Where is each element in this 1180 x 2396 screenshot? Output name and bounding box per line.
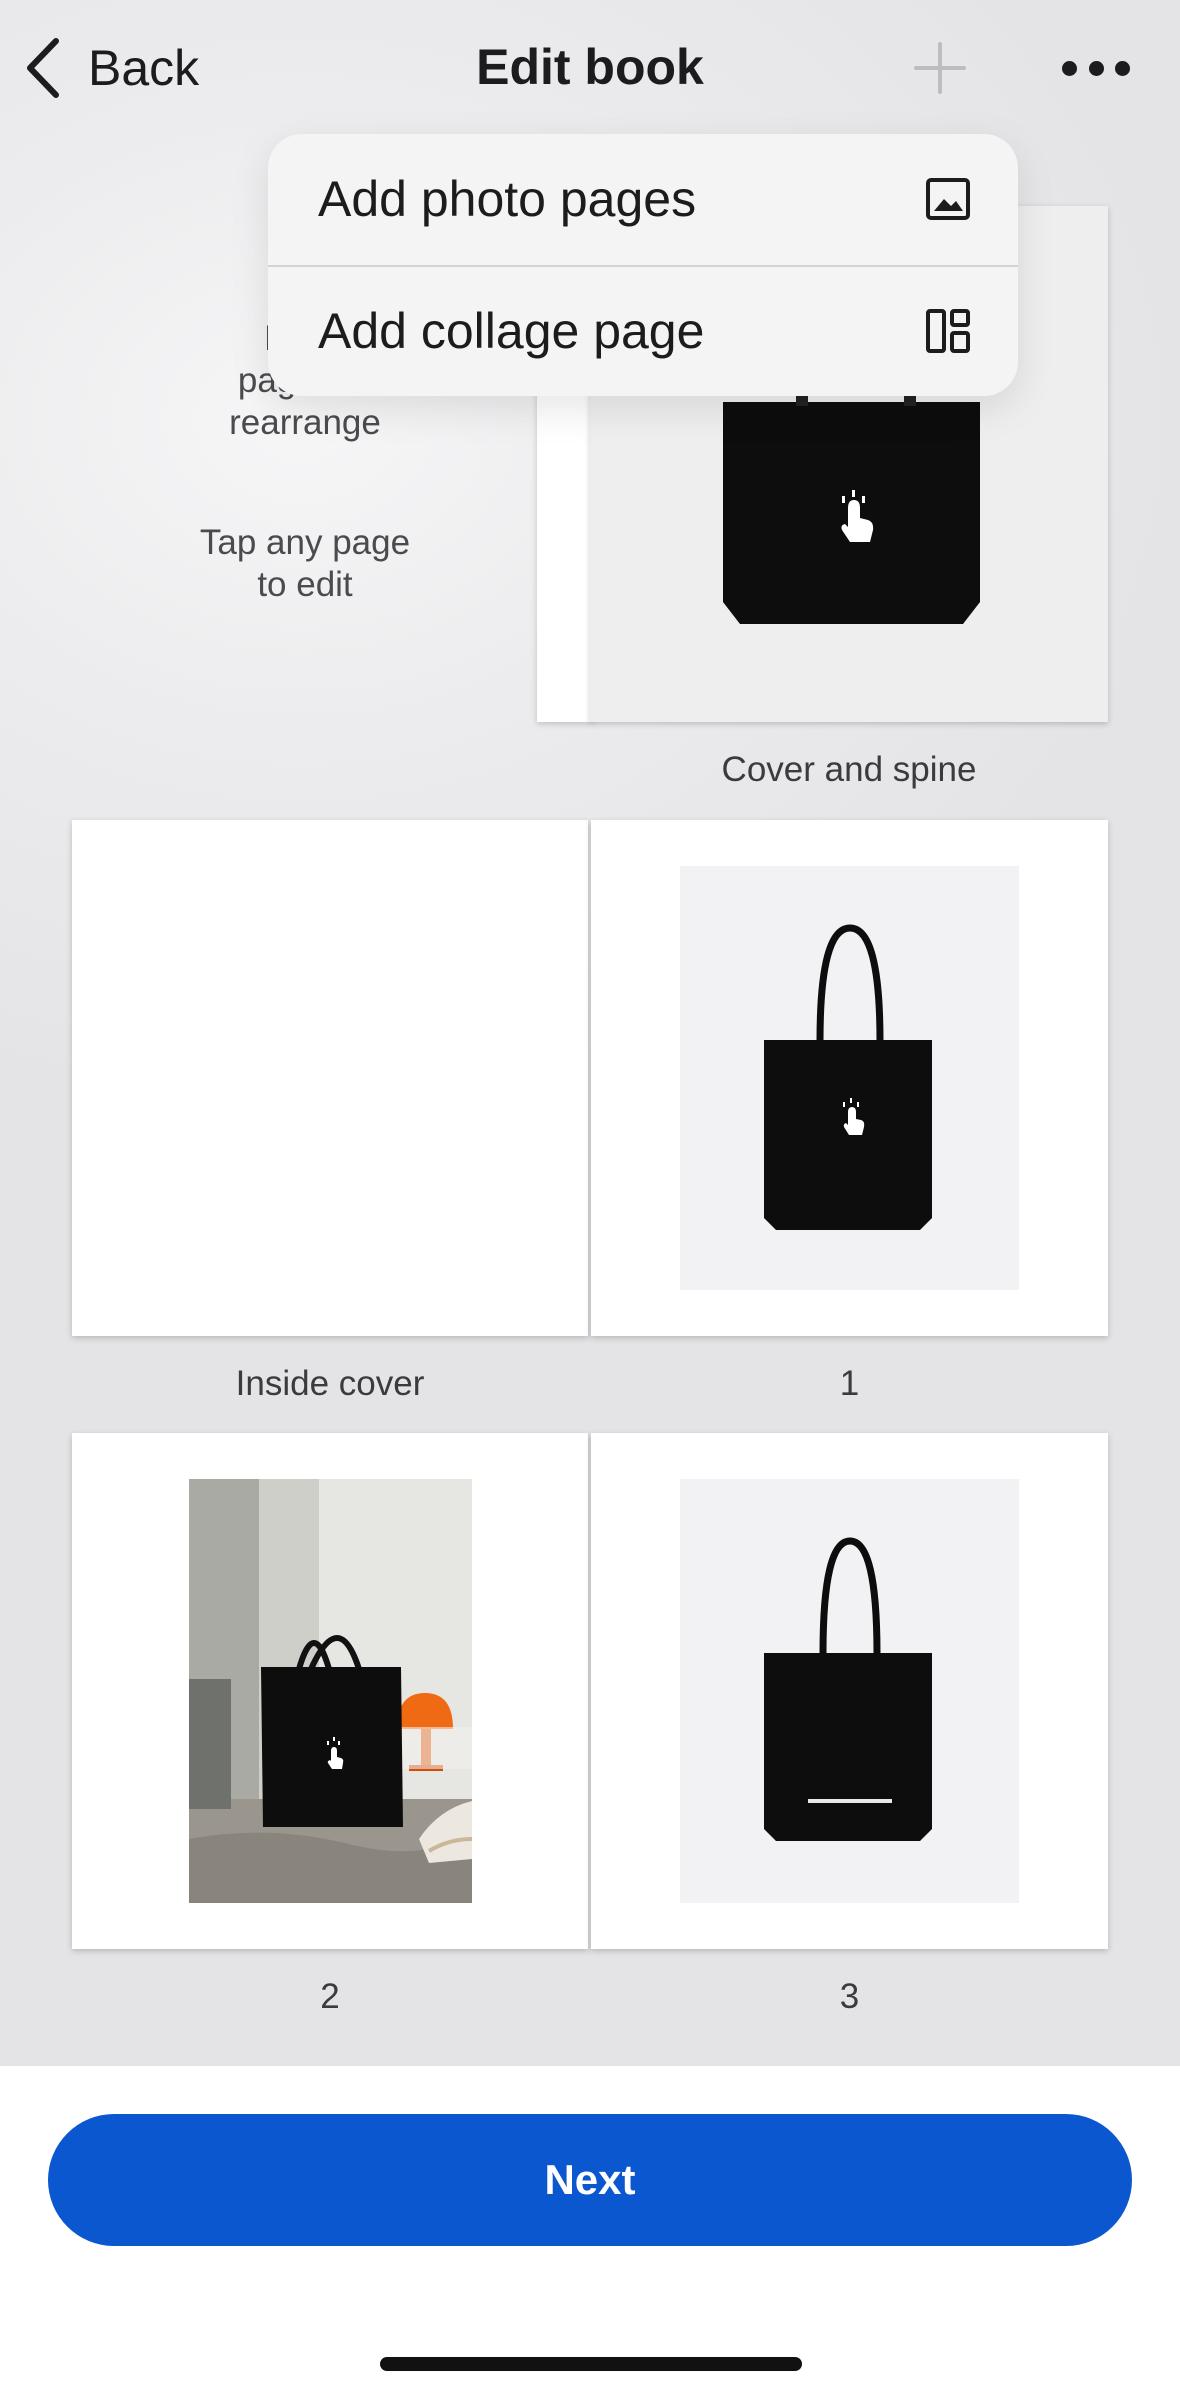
menu-item-add-photo-pages[interactable]: Add photo pages — [268, 134, 1018, 264]
collage-layout-icon — [926, 309, 970, 353]
edit-hint-line: to edit — [257, 565, 353, 604]
page-1-caption: 1 — [839, 1364, 860, 1403]
page-title: Edit book — [476, 39, 704, 95]
more-dot — [1088, 60, 1104, 76]
page-3-caption: 3 — [839, 1977, 860, 2016]
image-icon — [926, 178, 970, 220]
page-1-photo — [680, 866, 1019, 1290]
page-3[interactable] — [591, 1433, 1108, 1949]
menu-item-label: Add photo pages — [318, 171, 697, 227]
next-button[interactable]: Next — [48, 2114, 1132, 2246]
rearrange-hint-line: rearrange — [229, 403, 381, 442]
page-2[interactable] — [72, 1433, 588, 1949]
tote-bag-image — [680, 866, 1019, 1290]
page-2-photo — [189, 1479, 472, 1903]
page-2-caption: 2 — [320, 1977, 340, 2016]
menu-item-add-collage-page[interactable]: Add collage page — [268, 266, 1018, 396]
top-bar: Back Edit book — [0, 0, 1180, 135]
inside-cover-page[interactable] — [72, 820, 588, 1336]
page-1[interactable] — [591, 820, 1108, 1336]
lifestyle-photo — [189, 1479, 472, 1903]
tote-bag-image — [680, 1479, 1019, 1903]
menu-item-label: Add collage page — [318, 303, 705, 359]
cover-caption: Cover and spine — [721, 750, 977, 789]
edit-hint-line: Tap any page — [199, 523, 411, 562]
add-page-button[interactable] — [912, 40, 968, 96]
inside-cover-caption: Inside cover — [235, 1364, 425, 1403]
more-dot — [1115, 60, 1130, 76]
edit-hint: Tap any page to edit — [110, 522, 500, 606]
more-horizontal-icon — [1062, 60, 1077, 76]
plus-icon — [914, 42, 966, 94]
more-options-button[interactable] — [1062, 44, 1130, 92]
home-indicator — [380, 2357, 802, 2371]
add-page-menu: Add photo pages Add collage page — [268, 134, 1018, 396]
page-3-photo — [680, 1479, 1019, 1903]
